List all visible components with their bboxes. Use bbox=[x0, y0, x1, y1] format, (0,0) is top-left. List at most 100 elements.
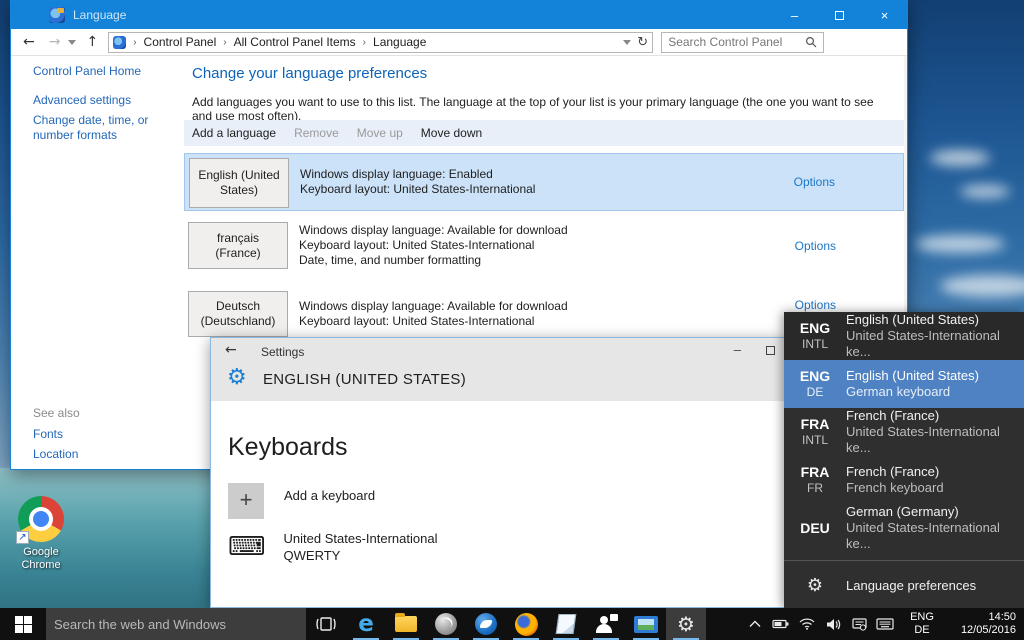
layout-abbr-sub: INTL bbox=[784, 432, 846, 448]
control-panel-search[interactable] bbox=[661, 32, 824, 53]
volume-icon[interactable] bbox=[820, 618, 846, 631]
sidebar-item-advanced-settings[interactable]: Advanced settings bbox=[33, 93, 131, 108]
language-flyout: ENG INTL English (United States) United St… bbox=[784, 312, 1024, 608]
battery-icon[interactable] bbox=[768, 618, 794, 630]
flyout-item-deu[interactable]: DEU German (Germany)United States-Intern… bbox=[784, 504, 1024, 552]
layout-abbr: ENG bbox=[784, 320, 846, 336]
search-icon bbox=[805, 36, 817, 48]
language-row-english[interactable]: English (United States) Windows display … bbox=[184, 153, 904, 211]
add-keyboard-label: Add a keyboard bbox=[284, 488, 375, 503]
recent-pages-chevron-icon[interactable] bbox=[68, 40, 76, 45]
minimize-button[interactable]: – bbox=[734, 342, 741, 357]
keyboards-section-heading: Keyboards bbox=[228, 433, 348, 462]
move-up-button[interactable]: Move up bbox=[357, 126, 403, 140]
flyout-keyboard: United States-International ke... bbox=[846, 520, 1024, 552]
sidebar-item-control-panel-home[interactable]: Control Panel Home bbox=[33, 64, 141, 79]
language-detail: Keyboard layout: United States-Internati… bbox=[299, 314, 568, 329]
flyout-language: English (United States) bbox=[846, 368, 979, 384]
language-detail: Date, time, and number formatting bbox=[299, 253, 568, 268]
cloud bbox=[960, 185, 1010, 198]
page-title: Change your language preferences bbox=[192, 65, 427, 82]
back-icon[interactable]: ← bbox=[23, 34, 35, 50]
start-button[interactable] bbox=[0, 608, 46, 640]
date: 12/05/2016 bbox=[944, 624, 1016, 637]
search-input[interactable] bbox=[668, 35, 805, 49]
language-tile[interactable]: English (United States) bbox=[189, 158, 289, 208]
breadcrumb-language[interactable]: Language bbox=[373, 35, 426, 49]
breadcrumb-all-items[interactable]: All Control Panel Items bbox=[234, 35, 356, 49]
sidebar-item-location[interactable]: Location bbox=[33, 447, 78, 462]
cloud bbox=[940, 275, 1024, 297]
sidebar-item-fonts[interactable]: Fonts bbox=[33, 427, 63, 442]
close-button[interactable]: × bbox=[862, 1, 907, 29]
thunderbird-icon[interactable] bbox=[466, 608, 506, 640]
layout-abbr-sub: FR bbox=[784, 480, 846, 496]
refresh-icon[interactable]: ↻ bbox=[637, 35, 648, 50]
divider bbox=[784, 560, 1024, 561]
options-link[interactable]: Options bbox=[795, 298, 836, 312]
task-view-icon[interactable] bbox=[306, 608, 346, 640]
add-keyboard-button[interactable]: + Add a keyboard bbox=[228, 483, 375, 519]
chevron-up-icon[interactable] bbox=[742, 620, 768, 628]
clock[interactable]: 14:50 12/05/2016 bbox=[944, 611, 1016, 637]
keyboard-list-item[interactable]: ⌨ United States-International QWERTY bbox=[228, 530, 437, 564]
taskbar-search[interactable] bbox=[46, 608, 306, 640]
taskbar-search-input[interactable] bbox=[54, 617, 254, 632]
language-detail: Windows display language: Enabled bbox=[300, 167, 535, 182]
edge-icon[interactable]: e bbox=[346, 608, 386, 640]
back-icon[interactable]: ← bbox=[225, 342, 237, 358]
title-bar[interactable]: Language – × bbox=[11, 1, 907, 29]
flyout-item-fra-fr[interactable]: FRAFR French (France)French keyboard bbox=[784, 456, 1024, 504]
flyout-item-eng-de[interactable]: ENGDE English (United States)German keyb… bbox=[784, 360, 1024, 408]
language-detail: Windows display language: Available for … bbox=[299, 223, 568, 238]
maximize-button[interactable] bbox=[817, 1, 862, 29]
language-app-icon bbox=[113, 36, 126, 49]
breadcrumb[interactable]: › Control Panel › All Control Panel Item… bbox=[108, 32, 653, 53]
language-tile[interactable]: Deutsch (Deutschland) bbox=[188, 291, 288, 337]
forward-icon[interactable]: → bbox=[49, 34, 61, 50]
settings-gear-icon[interactable]: ⚙ bbox=[666, 608, 706, 640]
chrome-icon: ↗ bbox=[18, 496, 64, 542]
flyout-keyboard: French keyboard bbox=[846, 480, 944, 496]
touch-keyboard-icon[interactable] bbox=[872, 618, 898, 630]
windows-logo-icon bbox=[15, 616, 32, 633]
see-also-header: See also bbox=[33, 406, 80, 420]
flyout-item-fra-intl[interactable]: FRAINTL French (France)United States-Int… bbox=[784, 408, 1024, 456]
language-tile[interactable]: français (France) bbox=[188, 222, 288, 269]
language-detail: Keyboard layout: United States-Internati… bbox=[300, 182, 535, 197]
address-dropdown-chevron-icon[interactable] bbox=[623, 40, 631, 45]
system-tray: ENG DE 14:50 12/05/2016 bbox=[742, 608, 1024, 640]
layout-abbr-sub: DE bbox=[784, 384, 846, 400]
language-detail: Keyboard layout: United States-Internati… bbox=[299, 238, 568, 253]
chrome-shortcut[interactable]: ↗ Google Chrome bbox=[6, 496, 76, 572]
file-explorer-icon[interactable] bbox=[386, 608, 426, 640]
minimize-button[interactable]: – bbox=[772, 1, 817, 29]
options-link[interactable]: Options bbox=[795, 239, 836, 253]
wifi-icon[interactable] bbox=[794, 618, 820, 630]
breadcrumb-control-panel[interactable]: Control Panel bbox=[144, 35, 217, 49]
language-row-french[interactable]: français (France) Windows display langua… bbox=[184, 218, 904, 273]
photos-icon[interactable] bbox=[626, 608, 666, 640]
add-a-language-button[interactable]: Add a language bbox=[192, 126, 276, 140]
flyout-item-eng-intl[interactable]: ENGINTL English (United States)United St… bbox=[784, 312, 1024, 360]
keyboard-layout: QWERTY bbox=[284, 547, 438, 564]
settings-window: ← Settings – ⚙ ENGLISH (UNITED STATES) K… bbox=[210, 337, 788, 608]
firefox-icon[interactable] bbox=[506, 608, 546, 640]
keyboard-name: United States-International bbox=[284, 530, 438, 547]
language-preferences-button[interactable]: ⚙ Language preferences bbox=[784, 562, 1024, 608]
notepad-icon[interactable] bbox=[546, 608, 586, 640]
gear-icon: ⚙ bbox=[784, 575, 846, 596]
move-down-button[interactable]: Move down bbox=[421, 126, 482, 140]
flyout-keyboard: United States-International ke... bbox=[846, 328, 1024, 360]
up-icon[interactable]: ↑ bbox=[86, 34, 98, 50]
browser-circle-icon[interactable] bbox=[426, 608, 466, 640]
remove-button[interactable]: Remove bbox=[294, 126, 339, 140]
input-language-indicator[interactable]: ENG DE bbox=[902, 611, 942, 637]
maximize-button[interactable] bbox=[766, 346, 775, 355]
people-icon[interactable] bbox=[586, 608, 626, 640]
layout-abbr: ENG bbox=[784, 368, 846, 384]
options-link[interactable]: Options bbox=[794, 175, 835, 189]
sidebar-item-change-formats[interactable]: Change date, time, or number formats bbox=[33, 113, 163, 143]
action-center-icon[interactable] bbox=[846, 618, 872, 631]
flyout-language: French (France) bbox=[846, 408, 1024, 424]
